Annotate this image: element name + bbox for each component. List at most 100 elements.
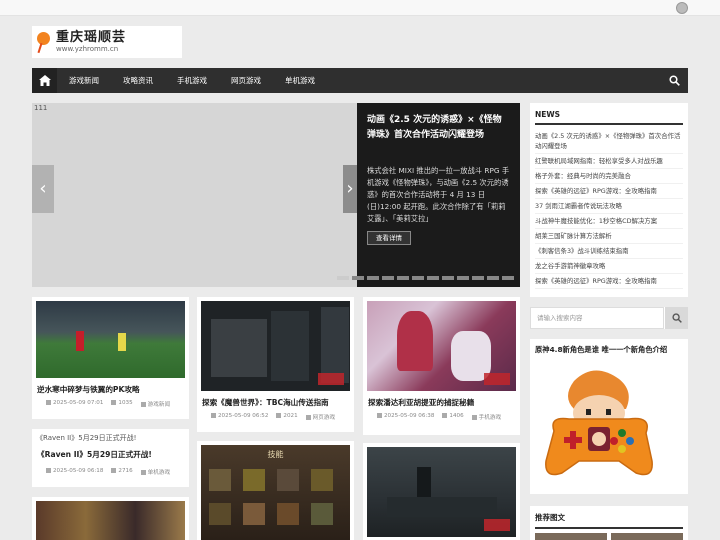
article-category[interactable]: 手机游戏 <box>479 415 501 421</box>
article-card[interactable]: 探索潘达利亚胡提亚的捕捉秘籍 2025-05-09 06:38 1406 手机游… <box>363 297 520 435</box>
slider-dot[interactable] <box>472 276 484 280</box>
slider-dot[interactable] <box>487 276 499 280</box>
article-meta: 2025-05-09 06:18 2716 单机游戏 <box>36 468 185 476</box>
article-thumbnail[interactable] <box>201 301 350 391</box>
slide-image[interactable]: 111 <box>32 103 357 287</box>
article-meta: 2025-05-09 07:01 1035 游戏新闻 <box>36 400 185 408</box>
article-meta: 2025-05-09 06:38 1406 手机游戏 <box>367 413 516 421</box>
article-card[interactable] <box>363 443 520 540</box>
article-views: 2021 <box>283 413 298 419</box>
slider-dot[interactable] <box>397 276 409 280</box>
user-icon[interactable] <box>676 2 688 14</box>
slider-prev-button[interactable]: ‹ <box>32 165 54 213</box>
clock-icon <box>377 413 382 418</box>
nav-item-web-games[interactable]: 网页游戏 <box>219 68 273 93</box>
article-date: 2025-05-09 07:01 <box>53 400 104 406</box>
folder-icon <box>471 415 477 420</box>
site-logo[interactable]: 重庆瑶顺芸 www.yzhromm.cn <box>32 26 182 58</box>
article-title[interactable]: 探索潘达利亚胡提亚的捕捉秘籍 <box>367 397 516 408</box>
skills-label: 技能 <box>267 450 284 459</box>
article-category[interactable]: 游戏新闻 <box>148 402 170 408</box>
clock-icon <box>46 400 51 405</box>
promo-box: 原神4.8新角色是谁 唯一一个新角色介绍 <box>530 339 688 494</box>
news-item[interactable]: 红警联机局域网指南：轻松享受多人对战乐趣 <box>535 154 683 169</box>
nav-item-mobile-games[interactable]: 手机游戏 <box>165 68 219 93</box>
header: 重庆瑶顺芸 www.yzhromm.cn <box>0 16 720 68</box>
gamepad-mascot-image[interactable] <box>534 361 664 489</box>
clock-icon <box>211 413 216 418</box>
article-thumbnail[interactable] <box>367 447 516 537</box>
article-title[interactable]: 《Raven II》5月29日正式开战! <box>36 449 185 460</box>
recommended-thumb[interactable] <box>611 533 683 540</box>
eye-icon <box>442 413 448 418</box>
article-card[interactable]: 技能 <box>197 441 354 540</box>
slide-caption-panel: 动画《2.5 次元的诱惑》×《怪物弹珠》首次合作活动闪耀登场 株式会社 MIXI… <box>357 103 520 287</box>
slide-image-alt: 111 <box>34 104 48 112</box>
article-views: 2716 <box>118 468 133 474</box>
slider-dot[interactable] <box>382 276 394 280</box>
news-item[interactable]: 格子外套：经典与时尚的完美融合 <box>535 169 683 184</box>
eye-icon <box>111 400 117 405</box>
slider-dot[interactable] <box>337 276 349 280</box>
recommended-thumb[interactable] <box>535 533 607 540</box>
nav-item-guides[interactable]: 攻略资讯 <box>111 68 165 93</box>
sidebar-search: 请输入搜索内容 <box>530 307 688 329</box>
slider-next-button[interactable]: › <box>343 165 357 213</box>
news-item[interactable]: 动画《2.5 次元的诱惑》×《怪物弹珠》首次合作活动闪耀登场 <box>535 129 683 154</box>
news-item[interactable]: 37 剑雨江湖霸者传说玩法攻略 <box>535 199 683 214</box>
article-card[interactable] <box>32 497 189 540</box>
news-item[interactable]: 《刺客信条3》战斗训练结束指南 <box>535 244 683 259</box>
clock-icon <box>46 468 51 473</box>
site-title: 重庆瑶顺芸 <box>56 29 127 45</box>
slider-dot[interactable] <box>427 276 439 280</box>
article-category[interactable]: 单机游戏 <box>148 470 170 476</box>
article-thumbnail[interactable] <box>367 301 516 391</box>
article-title[interactable]: 逆水寒中碎梦与铁翼的PK攻略 <box>36 384 185 395</box>
slider-dot[interactable] <box>502 276 514 280</box>
search-input[interactable]: 请输入搜索内容 <box>530 307 664 329</box>
article-date: 2025-05-09 06:38 <box>384 413 435 419</box>
news-heading: NEWS <box>535 110 683 125</box>
news-item[interactable]: 探索《英雄的远征》RPG游戏：全攻略指南 <box>535 274 683 289</box>
folder-icon <box>140 402 146 407</box>
news-item[interactable]: 斗战神牛魔技能优化：1秒空格CD解决方案 <box>535 214 683 229</box>
news-item[interactable]: 探索《英雄的远征》RPG游戏：全攻略指南 <box>535 184 683 199</box>
search-button[interactable] <box>665 307 688 329</box>
eye-icon <box>111 468 117 473</box>
article-thumbnail-alt[interactable]: 《Raven II》5月29日正式开战! <box>36 433 185 443</box>
article-title[interactable]: 探索《魔兽世界》：TBC海山传送指南 <box>201 397 350 408</box>
slide-title[interactable]: 动画《2.5 次元的诱惑》×《怪物弹珠》首次合作活动闪耀登场 <box>367 113 510 143</box>
article-card[interactable]: 《Raven II》5月29日正式开战! 《Raven II》5月29日正式开战… <box>32 429 189 487</box>
article-category[interactable]: 网页游戏 <box>313 415 335 421</box>
article-meta: 2025-05-09 06:52 2021 网页游戏 <box>201 413 350 421</box>
slider-dot[interactable] <box>367 276 379 280</box>
recommended-box: 推荐图文 <box>530 506 688 540</box>
nav-item-game-news[interactable]: 游戏新闻 <box>57 68 111 93</box>
promo-title[interactable]: 原神4.8新角色是谁 唯一一个新角色介绍 <box>535 345 683 355</box>
article-date: 2025-05-09 06:18 <box>53 468 104 474</box>
article-views: 1035 <box>118 400 133 406</box>
main-nav: 游戏新闻 攻略资讯 手机游戏 网页游戏 单机游戏 <box>32 68 688 93</box>
article-thumbnail[interactable] <box>36 501 185 540</box>
top-bar <box>0 0 720 16</box>
home-icon[interactable] <box>32 68 57 93</box>
news-item[interactable]: 龙之谷手游箭神徽章攻略 <box>535 259 683 274</box>
nav-item-pc-games[interactable]: 单机游戏 <box>273 68 327 93</box>
search-icon[interactable] <box>669 75 680 86</box>
article-card[interactable]: 逆水寒中碎梦与铁翼的PK攻略 2025-05-09 07:01 1035 游戏新… <box>32 297 189 419</box>
news-item[interactable]: 胡莱三国矿脉计算方法解析 <box>535 229 683 244</box>
article-card[interactable]: 探索《魔兽世界》：TBC海山传送指南 2025-05-09 06:52 2021… <box>197 297 354 432</box>
eye-icon <box>276 413 282 418</box>
slider-dot[interactable] <box>442 276 454 280</box>
slider-dot[interactable] <box>352 276 364 280</box>
article-thumbnail[interactable]: 技能 <box>201 445 350 540</box>
news-box: NEWS 动画《2.5 次元的诱惑》×《怪物弹珠》首次合作活动闪耀登场 红警联机… <box>530 103 688 297</box>
folder-icon <box>140 470 146 475</box>
article-views: 1406 <box>449 413 464 419</box>
search-icon <box>671 313 682 323</box>
slider-dot[interactable] <box>457 276 469 280</box>
folder-icon <box>305 415 311 420</box>
slider-dot[interactable] <box>412 276 424 280</box>
article-thumbnail[interactable] <box>36 301 185 378</box>
view-details-button[interactable]: 查看详情 <box>367 231 411 245</box>
